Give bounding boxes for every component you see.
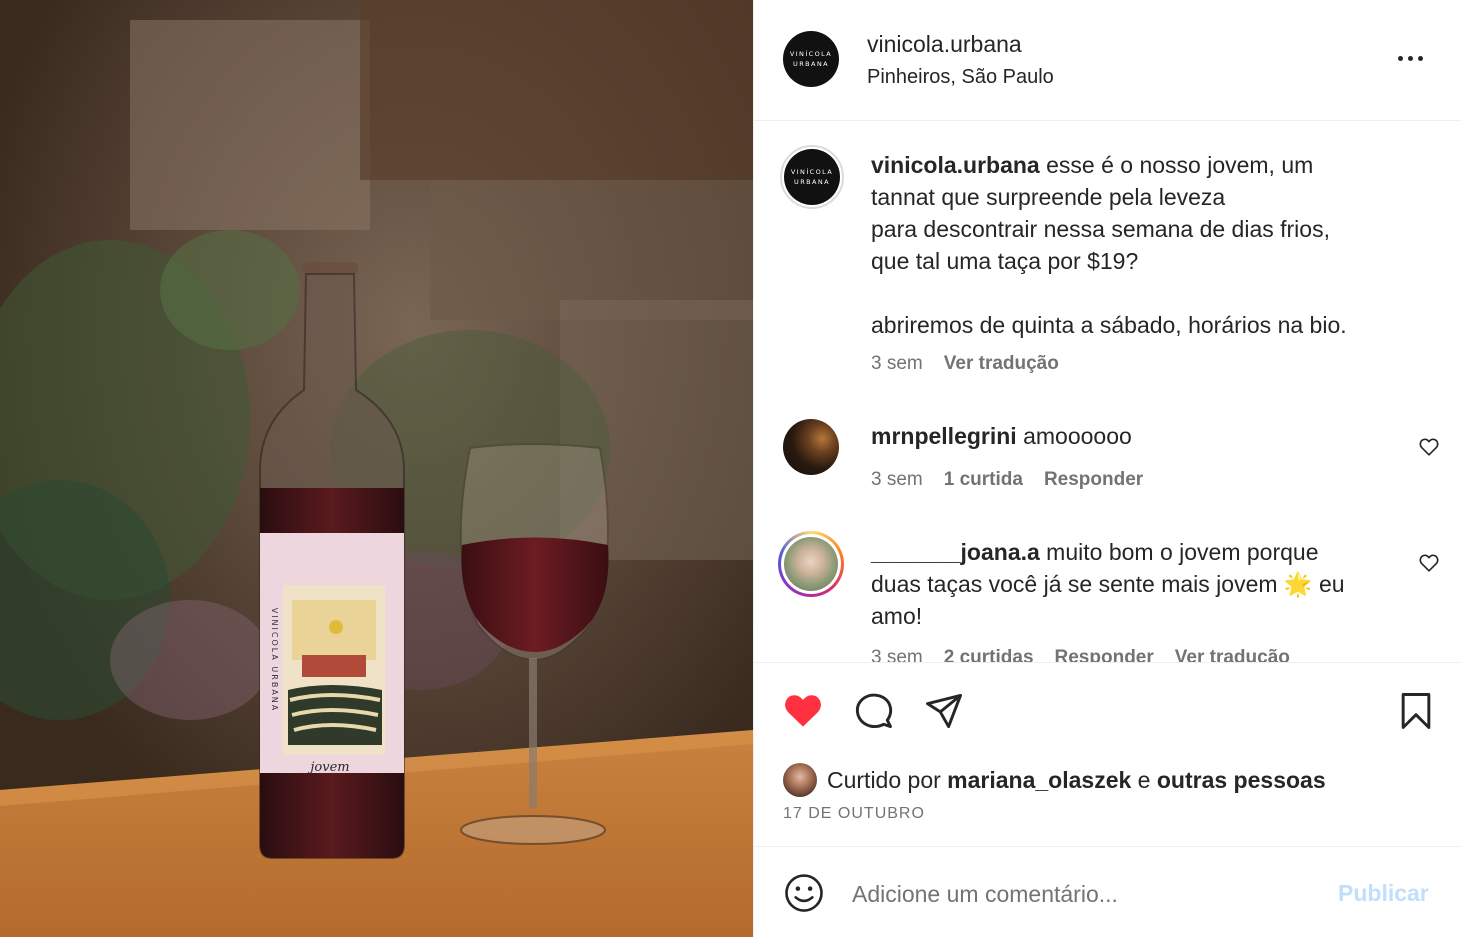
author-username[interactable]: vinicola.urbana <box>867 31 1022 58</box>
likes-prefix: Curtido por <box>827 766 948 793</box>
post-photo[interactable]: VINICOLA URBANA jovem <box>0 0 753 937</box>
bottle-label-name: jovem <box>307 760 349 775</box>
logo-line-2: URBANA <box>794 178 830 186</box>
comment-reply-button[interactable]: Responder <box>1055 647 1154 662</box>
more-horizontal-icon[interactable] <box>1398 48 1428 68</box>
comment-translate-link[interactable]: Ver tradução <box>1175 647 1290 662</box>
caption-avatar[interactable]: VINÍCOLA URBANA <box>780 145 844 209</box>
comment-username[interactable]: mrnpellegrini <box>871 423 1017 449</box>
likes-middle: e <box>1131 766 1157 793</box>
post-location[interactable]: Pinheiros, São Paulo <box>867 66 1054 89</box>
comment-username[interactable]: _______joana.a <box>871 539 1040 565</box>
comment-body-4: amo! <box>871 603 923 629</box>
caption-line-3: para descontrair nessa semana de dias fr… <box>871 216 1330 242</box>
comments-list[interactable]: VINÍCOLA URBANA vinicola.urbana esse é o… <box>754 121 1461 662</box>
likes-text: Curtido por mariana_olaszek e outras pes… <box>827 767 1326 794</box>
comment-text: mrnpellegrini amoooooo <box>871 420 1411 452</box>
likes-summary: Curtido por mariana_olaszek e outras pes… <box>783 763 1326 797</box>
caption-line-5: abriremos de quinta a sábado, horários n… <box>871 312 1347 338</box>
wine-photo-illustration: VINICOLA URBANA jovem <box>0 0 753 937</box>
liked-heart-icon[interactable] <box>781 689 825 733</box>
comment-time[interactable]: 3 sem <box>871 647 923 662</box>
caption-line-1: esse é o nosso jovem, um <box>1039 152 1314 178</box>
logo-line-1: VINÍCOLA <box>789 50 833 58</box>
comment-like-heart-icon[interactable] <box>1418 552 1440 574</box>
bookmark-icon[interactable] <box>1394 689 1438 733</box>
caption-time[interactable]: 3 sem <box>871 353 923 375</box>
comment-reply-button[interactable]: Responder <box>1044 469 1143 491</box>
comment-likes-count[interactable]: 1 curtida <box>944 469 1023 491</box>
post-header: VINÍCOLA URBANA vinicola.urbana Pinheiro… <box>754 0 1461 121</box>
add-comment-bar: Publicar <box>754 847 1461 937</box>
likes-others-link[interactable]: outras pessoas <box>1157 767 1326 793</box>
comment-text: _______joana.a muito bom o jovem porque … <box>871 536 1411 632</box>
comment-icon[interactable] <box>852 689 896 733</box>
comment-avatar[interactable] <box>783 419 839 475</box>
share-send-icon[interactable] <box>922 689 966 733</box>
caption-translate-link[interactable]: Ver tradução <box>944 353 1059 375</box>
publish-button[interactable]: Publicar <box>1338 880 1429 907</box>
logo-line-2: URBANA <box>793 60 829 68</box>
author-avatar[interactable]: VINÍCOLA URBANA <box>783 31 839 87</box>
post-detail-panel: VINÍCOLA URBANA vinicola.urbana Pinheiro… <box>753 0 1461 937</box>
comment-meta: 3 sem 2 curtidas Responder Ver tradução <box>871 647 1290 662</box>
star-emoji: 🌟 <box>1283 571 1313 597</box>
comment-likes-count[interactable]: 2 curtidas <box>944 647 1034 662</box>
comment-time[interactable]: 3 sem <box>871 469 923 491</box>
comment-body-1: muito bom o jovem porque <box>1039 539 1319 565</box>
post-actions: Curtido por mariana_olaszek e outras pes… <box>754 662 1461 847</box>
comment-body-2: duas taças você já se sente mais jovem <box>871 571 1284 597</box>
bottle-brand-text: VINICOLA URBANA <box>270 608 279 713</box>
comment-meta: 3 sem 1 curtida Responder <box>871 469 1143 491</box>
post-date[interactable]: 17 DE OUTUBRO <box>783 805 925 823</box>
caption-line-4: que tal uma taça por $19? <box>871 248 1139 274</box>
comment-like-heart-icon[interactable] <box>1418 436 1440 458</box>
story-ring-avatar[interactable] <box>778 531 844 597</box>
logo-line-1: VINÍCOLA <box>790 168 834 176</box>
emoji-picker-icon[interactable] <box>783 872 825 914</box>
liker-username[interactable]: mariana_olaszek <box>947 767 1131 793</box>
comment-avatar <box>784 537 838 591</box>
caption-text: vinicola.urbana esse é o nosso jovem, um… <box>871 149 1431 341</box>
comment-body: amoooooo <box>1016 423 1132 449</box>
liker-avatar[interactable] <box>783 763 817 797</box>
comment-input[interactable] <box>852 874 1322 914</box>
caption-meta: 3 sem Ver tradução <box>871 353 1059 375</box>
comment-body-3: eu <box>1312 571 1345 597</box>
caption-avatar-logo: VINÍCOLA URBANA <box>784 149 840 205</box>
caption-username[interactable]: vinicola.urbana <box>871 152 1040 178</box>
caption-line-2: tannat que surpreende pela leveza <box>871 184 1226 210</box>
